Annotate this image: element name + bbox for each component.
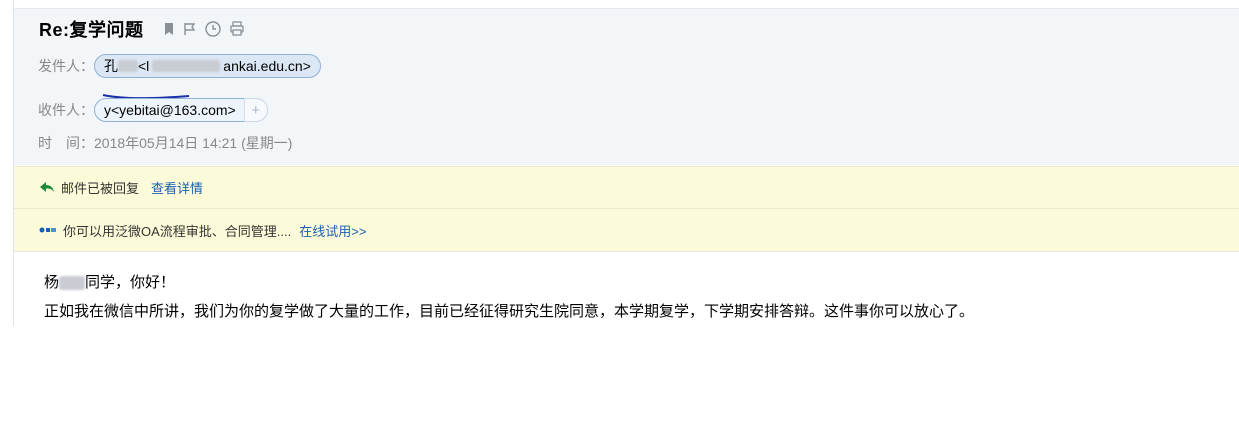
sender-email-prefix: <l bbox=[138, 58, 150, 74]
email-subject: Re:复学问题 bbox=[39, 20, 144, 40]
recipient-label: 收件人： bbox=[38, 102, 94, 118]
email-paragraph: 正如我在微信中所讲，我们为你的复学做了大量的工作，目前已经征得研究生院同意，本学… bbox=[44, 303, 975, 320]
try-online-link[interactable]: 在线试用>> bbox=[299, 221, 366, 240]
promo-text: 你可以用泛微OA流程审批、合同管理.... bbox=[63, 223, 292, 239]
clock-icon[interactable] bbox=[204, 20, 222, 38]
replied-notice: 邮件已被回复 查看详情 bbox=[14, 166, 1239, 208]
time-row: 时 间： 2018年05月14日 14:21 (星期一) bbox=[38, 130, 292, 156]
sender-chip[interactable]: 孔 <l ankai.edu.cn> bbox=[94, 54, 321, 78]
print-icon[interactable] bbox=[228, 20, 246, 38]
toolbar-icons bbox=[162, 20, 246, 38]
email-view: Re:复学问题 发件人： 孔 <l ankai.edu.cn> 收件人： y<y… bbox=[13, 0, 1239, 326]
add-recipient-button[interactable]: + bbox=[243, 98, 268, 122]
greeting-suffix: 同学，你好！ bbox=[85, 274, 176, 291]
redacted-recipient-mask bbox=[59, 276, 86, 291]
sender-label: 发件人： bbox=[38, 58, 94, 74]
sender-email-suffix: ankai.edu.cn> bbox=[223, 58, 311, 74]
replied-text: 邮件已被回复 bbox=[61, 181, 140, 196]
sender-row: 发件人： 孔 <l ankai.edu.cn> bbox=[38, 53, 321, 79]
oa-logo-icon bbox=[39, 225, 57, 235]
recipient-chip[interactable]: y<yebitai@163.com> bbox=[94, 98, 246, 122]
time-label: 时 间： bbox=[38, 135, 94, 151]
email-header: Re:复学问题 发件人： 孔 <l ankai.edu.cn> 收件人： y<y… bbox=[14, 8, 1239, 165]
bookmark-icon[interactable] bbox=[162, 21, 176, 37]
email-greeting: 杨 同学，你好！ bbox=[44, 271, 175, 292]
view-details-link[interactable]: 查看详情 bbox=[151, 178, 203, 197]
greeting-prefix: 杨 bbox=[44, 274, 60, 291]
flag-icon[interactable] bbox=[182, 21, 198, 37]
subject-row: Re:复学问题 bbox=[39, 17, 246, 41]
sender-name: 孔 bbox=[104, 58, 118, 74]
time-value: 2018年05月14日 14:21 (星期一) bbox=[94, 135, 293, 151]
redacted-name-mask bbox=[118, 60, 138, 72]
recipient-row: 收件人： y<yebitai@163.com> + bbox=[38, 97, 268, 123]
promo-notice: 你可以用泛微OA流程审批、合同管理.... 在线试用>> bbox=[14, 208, 1239, 252]
recipient-group: y<yebitai@163.com> + bbox=[94, 98, 268, 122]
redacted-email-mask bbox=[152, 60, 221, 72]
reply-arrow-icon bbox=[39, 181, 55, 195]
